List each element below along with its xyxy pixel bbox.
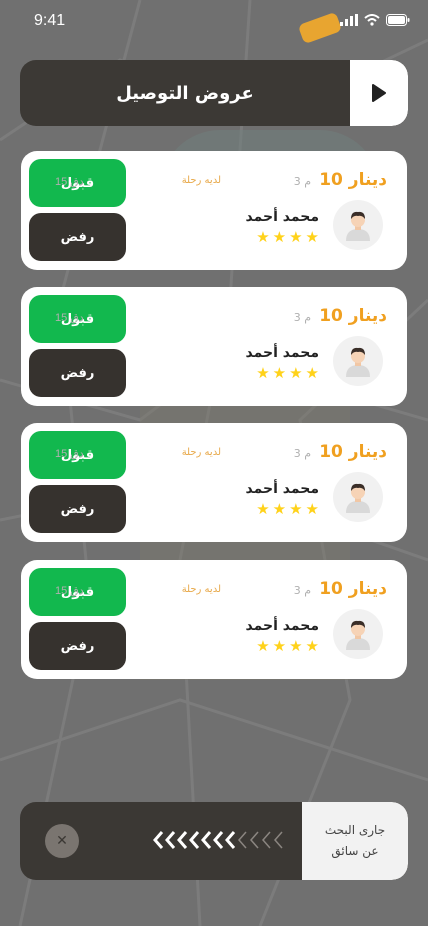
driver-avatar	[333, 609, 383, 659]
reject-button[interactable]: رفض	[29, 213, 126, 261]
star-icon: ★	[305, 500, 319, 518]
offer-duration: 15 دق	[55, 312, 84, 324]
offer-distance: 3 م	[293, 311, 311, 324]
offer-duration: 15 دق	[55, 585, 84, 597]
wifi-icon	[364, 14, 380, 26]
offer-duration: 15 دق	[55, 176, 84, 188]
status-bar: 9:41	[0, 0, 428, 44]
progress-chevron-icon	[176, 830, 188, 854]
reject-button[interactable]: رفض	[29, 485, 126, 533]
progress-chevron-icon	[188, 830, 200, 854]
search-panel: ✕ جارى البحث عن سائق	[20, 802, 408, 880]
progress-chevron-icon	[164, 830, 176, 854]
star-icon: ★	[272, 228, 287, 246]
reject-button[interactable]: رفض	[29, 349, 126, 397]
status-time: 9:41	[34, 12, 66, 29]
star-icon: ★	[272, 364, 287, 382]
progress-chevron-icon	[212, 830, 224, 854]
progress-chevron-icon	[200, 830, 212, 854]
battery-icon	[386, 14, 410, 26]
star-icon: ★	[305, 228, 319, 246]
driver-rating: ★ ★ ★ ★	[256, 365, 319, 381]
offer-trip-note: لديه رحلة	[181, 447, 221, 458]
driver-rating: ★ ★ ★ ★	[256, 229, 319, 245]
driver-name: محمد أحمد	[245, 618, 319, 634]
person-avatar-icon	[346, 347, 370, 377]
offer-price: 10 دينار	[319, 579, 387, 599]
star-icon: ★	[289, 500, 303, 518]
person-avatar-icon	[346, 620, 370, 650]
star-icon: ★	[272, 637, 287, 655]
search-status: جارى البحث عن سائق	[302, 802, 408, 880]
person-avatar-icon	[346, 211, 370, 241]
offer-card: قبول رفض 10 دينار 3 م 15 دق محمد أحمد ★ ★ ★ ★	[21, 287, 407, 406]
offer-price: 10 دينار	[319, 306, 387, 326]
play-button[interactable]	[350, 60, 408, 126]
offer-card: قبول رفض 10 دينار 3 م 15 دق لديه رحلة محمد أحم…	[21, 423, 407, 542]
driver-rating: ★ ★ ★ ★	[256, 501, 319, 517]
star-icon: ★	[256, 364, 270, 382]
progress-chevron-icon	[248, 830, 260, 854]
star-icon: ★	[256, 228, 270, 246]
star-icon: ★	[272, 500, 287, 518]
star-icon: ★	[305, 364, 319, 382]
search-status-line2: عن سائق	[331, 844, 379, 858]
page-title: عروض التوصيل	[116, 82, 254, 104]
offer-distance: 3 م	[293, 175, 311, 188]
offer-price: 10 دينار	[319, 170, 387, 190]
driver-rating: ★ ★ ★ ★	[256, 638, 319, 654]
star-icon: ★	[289, 228, 303, 246]
person-avatar-icon	[346, 483, 370, 513]
offer-distance: 3 م	[293, 584, 311, 597]
play-icon	[372, 84, 386, 102]
progress-chevron-icon	[260, 830, 272, 854]
driver-name: محمد أحمد	[245, 209, 319, 225]
offer-card: قبول رفض 10 دينار 3 م 15 دق لديه رحلة محمد أحم…	[21, 151, 407, 270]
reject-button[interactable]: رفض	[29, 622, 126, 670]
offer-trip-note: لديه رحلة	[181, 584, 221, 595]
status-icons	[340, 14, 410, 26]
offer-card: قبول رفض 10 دينار 3 م 15 دق لديه رحلة محمد أحم…	[21, 560, 407, 679]
progress-chevron-icon	[224, 830, 236, 854]
progress-chevron-icon	[236, 830, 248, 854]
progress-chevron-icon	[272, 830, 284, 854]
driver-avatar	[333, 200, 383, 250]
star-icon: ★	[289, 364, 303, 382]
star-icon: ★	[289, 637, 303, 655]
signal-icon	[340, 14, 358, 26]
progress-chevron-icon	[152, 830, 164, 854]
search-progress	[152, 830, 284, 854]
cancel-search-button[interactable]: ✕	[45, 824, 79, 858]
star-icon: ★	[305, 637, 319, 655]
driver-avatar	[333, 472, 383, 522]
driver-avatar	[333, 336, 383, 386]
search-status-line1: جارى البحث	[324, 823, 386, 837]
offers-header: عروض التوصيل	[20, 60, 408, 126]
star-icon: ★	[256, 500, 270, 518]
offer-price: 10 دينار	[319, 442, 387, 462]
offer-duration: 15 دق	[55, 448, 84, 460]
driver-name: محمد أحمد	[245, 345, 319, 361]
close-icon: ✕	[56, 833, 68, 849]
driver-name: محمد أحمد	[245, 481, 319, 497]
offer-distance: 3 م	[293, 447, 311, 460]
star-icon: ★	[256, 637, 270, 655]
offer-trip-note: لديه رحلة	[181, 175, 221, 186]
